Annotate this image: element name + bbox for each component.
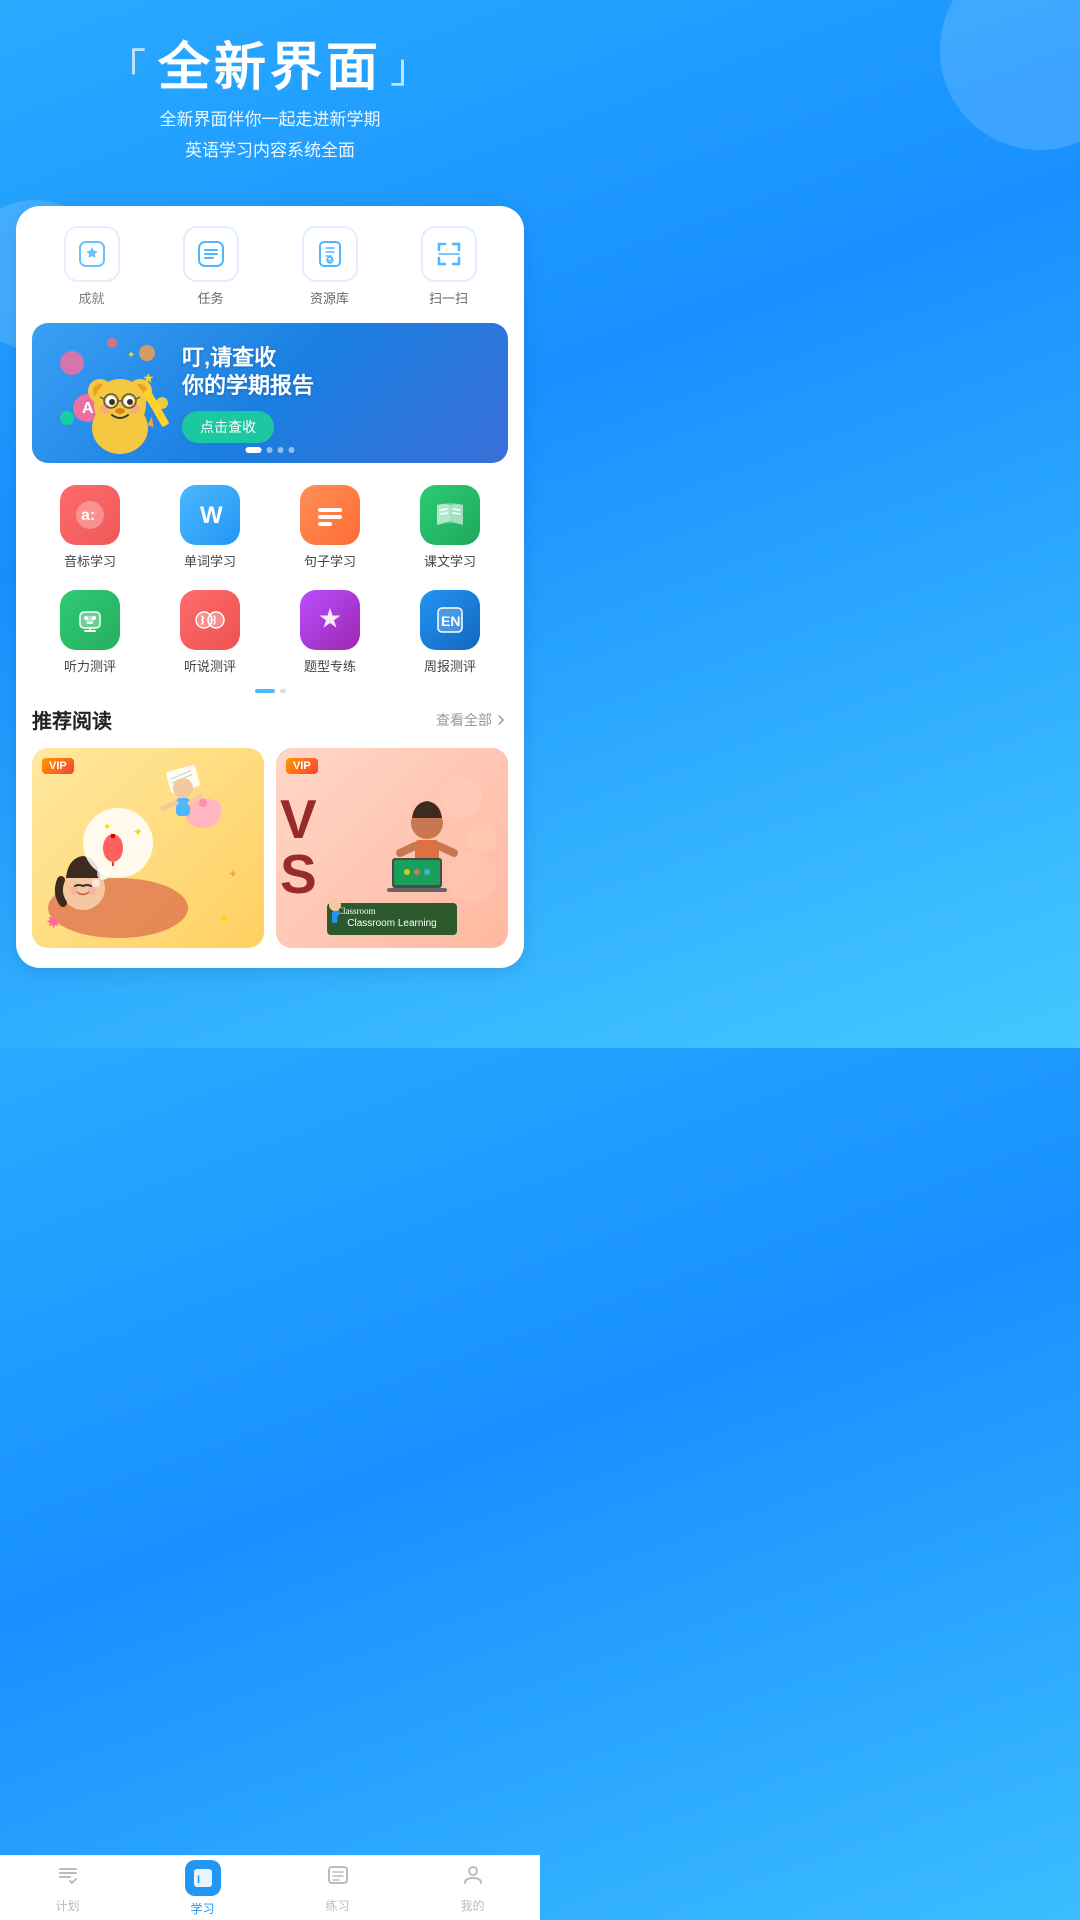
nav-mine[interactable]: 我的 bbox=[405, 1856, 540, 1920]
bracket-left: 「 bbox=[106, 47, 150, 91]
chevron-right-icon bbox=[494, 713, 508, 727]
words-label: 单词学习 bbox=[184, 551, 236, 570]
svg-text:✸: ✸ bbox=[46, 912, 61, 932]
phonetics-label: 音标学习 bbox=[64, 551, 116, 570]
study-icon: I bbox=[192, 1867, 214, 1889]
study-active-bg: I bbox=[185, 1860, 221, 1896]
app-listening-eval[interactable]: 听力测评 bbox=[32, 584, 148, 681]
app-weekly-test[interactable]: EN 周报测评 bbox=[392, 584, 508, 681]
svg-text:✦: ✦ bbox=[228, 867, 238, 881]
banner-title: 叮,请查收 你的学期报告 bbox=[182, 344, 488, 401]
app-words[interactable]: W 单词学习 bbox=[152, 479, 268, 576]
scan-icon bbox=[421, 226, 477, 282]
question-drill-label: 题型专练 bbox=[304, 656, 356, 675]
reading-cards: VIP bbox=[32, 748, 508, 948]
practice-label: 练习 bbox=[325, 1897, 349, 1914]
task-label: 任务 bbox=[197, 288, 223, 307]
app-question-drill[interactable]: 题型专练 bbox=[272, 584, 388, 681]
weekly-test-label: 周报测评 bbox=[424, 656, 476, 675]
svg-text:W: W bbox=[200, 502, 223, 529]
textbook-icon bbox=[420, 485, 480, 545]
grid-dot-2 bbox=[280, 689, 286, 693]
banner-button[interactable]: 点击查收 bbox=[182, 411, 274, 443]
reading-card-1[interactable]: VIP bbox=[32, 748, 264, 948]
banner-text: 叮,请查收 你的学期报告 点击查收 bbox=[172, 344, 488, 443]
svg-text:S: S bbox=[280, 843, 317, 905]
header-area: 「 全新界面 」 全新界面伴你一起走进新学期 英语学习内容系统全面 bbox=[0, 0, 540, 186]
task-icon bbox=[183, 226, 239, 282]
header-title: 「 全新界面 」 bbox=[30, 40, 510, 97]
plan-icon bbox=[56, 1863, 80, 1893]
speaking-eval-label: 听说测评 bbox=[184, 656, 236, 675]
practice-icon bbox=[326, 1863, 350, 1893]
question-drill-icon bbox=[300, 590, 360, 650]
svg-text:V: V bbox=[280, 788, 317, 850]
app-grid: a: 音标学习 W 单词学习 句子学习 bbox=[32, 479, 508, 681]
plan-label: 计划 bbox=[55, 1897, 79, 1914]
banner-dot-1 bbox=[246, 447, 262, 453]
banner-dot-4 bbox=[289, 447, 295, 453]
banner-mascot: A ★ ✦ bbox=[52, 333, 172, 453]
bracket-right: 」 bbox=[390, 47, 434, 91]
banner[interactable]: A ★ ✦ bbox=[32, 323, 508, 463]
svg-text:EN: EN bbox=[441, 613, 460, 629]
svg-text:I: I bbox=[197, 1874, 200, 1886]
listening-eval-label: 听力测评 bbox=[64, 656, 116, 675]
svg-text:✦: ✦ bbox=[127, 350, 135, 361]
quick-icon-task[interactable]: 任务 bbox=[183, 226, 239, 307]
quick-icon-resources[interactable]: 资源库 bbox=[302, 226, 358, 307]
sentences-icon bbox=[300, 485, 360, 545]
nav-study[interactable]: I 学习 bbox=[135, 1856, 270, 1920]
svg-text:✦: ✦ bbox=[103, 822, 111, 833]
weekly-test-icon: EN bbox=[420, 590, 480, 650]
app-sentences[interactable]: 句子学习 bbox=[272, 479, 388, 576]
banner-dots bbox=[246, 447, 295, 453]
speaking-eval-icon bbox=[180, 590, 240, 650]
grid-pagination bbox=[32, 689, 508, 693]
listening-eval-icon bbox=[60, 590, 120, 650]
app-phonetics[interactable]: a: 音标学习 bbox=[32, 479, 148, 576]
reading-card-2[interactable]: VIP V S bbox=[276, 748, 508, 948]
svg-text:a:: a: bbox=[81, 507, 95, 524]
mine-label: 我的 bbox=[460, 1897, 484, 1914]
study-label: 学习 bbox=[190, 1900, 214, 1917]
words-icon: W bbox=[180, 485, 240, 545]
quick-icon-scan[interactable]: 扫一扫 bbox=[421, 226, 477, 307]
nav-plan[interactable]: 计划 bbox=[0, 1856, 135, 1920]
textbook-label: 课文学习 bbox=[424, 551, 476, 570]
scan-label: 扫一扫 bbox=[429, 288, 468, 307]
mine-icon bbox=[461, 1863, 485, 1893]
app-speaking-eval[interactable]: 听说测评 bbox=[152, 584, 268, 681]
phonetics-icon: a: bbox=[60, 485, 120, 545]
svg-text:A: A bbox=[82, 400, 94, 417]
header-subtitle: 全新界面伴你一起走进新学期 英语学习内容系统全面 bbox=[30, 105, 510, 166]
bottom-nav: 计划 I 学习 练习 我的 bbox=[0, 1855, 540, 1920]
sentences-label: 句子学习 bbox=[304, 551, 356, 570]
svg-text:✦: ✦ bbox=[218, 910, 230, 926]
resources-label: 资源库 bbox=[310, 288, 349, 307]
reading-title: 推荐阅读 bbox=[32, 705, 112, 734]
resources-icon bbox=[302, 226, 358, 282]
app-textbook[interactable]: 课文学习 bbox=[392, 479, 508, 576]
reading-section-header: 推荐阅读 查看全部 bbox=[32, 705, 508, 734]
see-all-button[interactable]: 查看全部 bbox=[436, 710, 508, 730]
svg-text:✦: ✦ bbox=[133, 825, 143, 839]
classroom-label: Classroom Learning bbox=[337, 914, 447, 933]
banner-dot-2 bbox=[267, 447, 273, 453]
banner-dot-3 bbox=[278, 447, 284, 453]
grid-dot-active bbox=[255, 689, 275, 693]
nav-practice[interactable]: 练习 bbox=[270, 1856, 405, 1920]
